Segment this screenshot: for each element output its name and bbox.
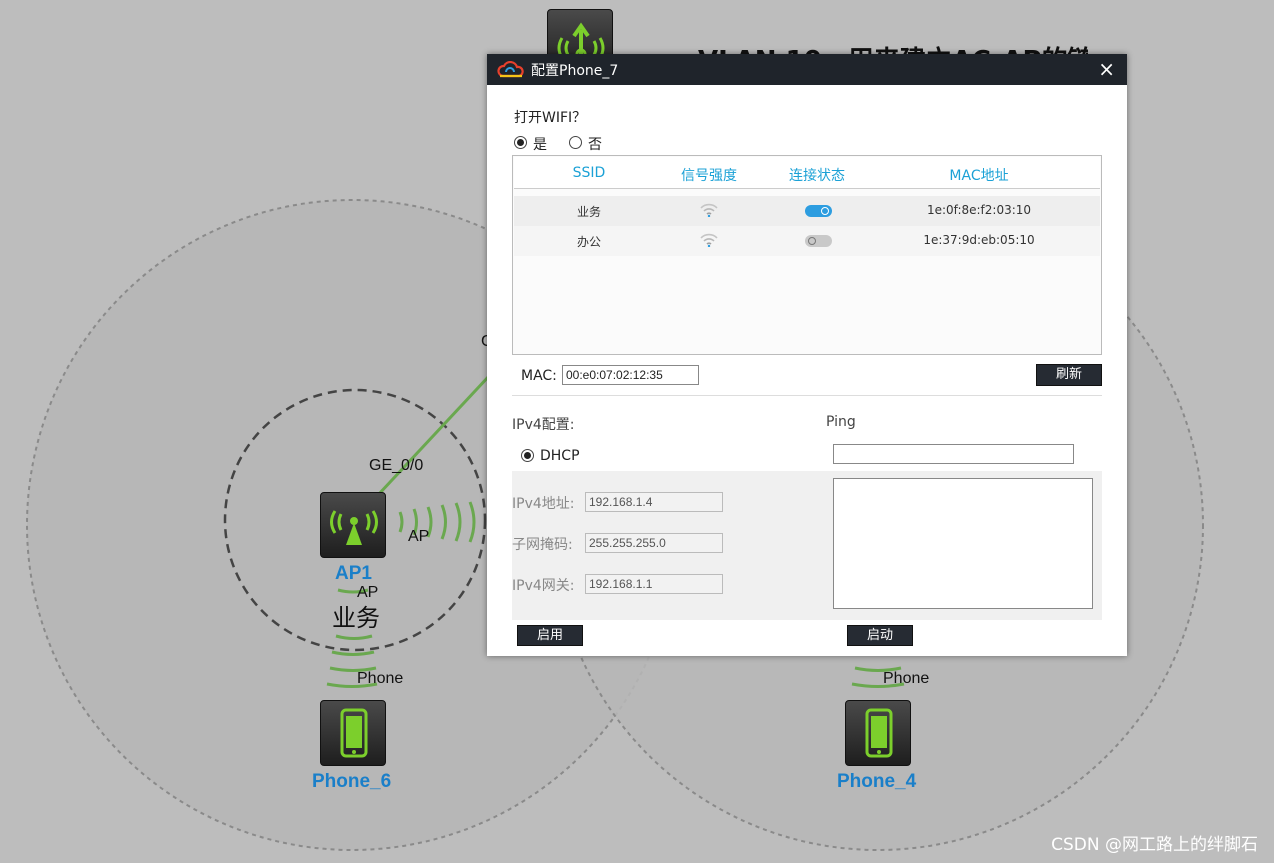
dhcp-radio[interactable] xyxy=(521,449,534,462)
col-mac: MAC地址 xyxy=(949,168,1009,184)
cloud-logo-icon xyxy=(497,60,524,77)
dialog-title: 配置Phone_7 xyxy=(531,62,619,79)
wifi-icon xyxy=(700,203,718,217)
connection-toggle[interactable] xyxy=(805,205,832,217)
gateway-field[interactable] xyxy=(585,574,723,594)
gateway-label: IPv4网关: xyxy=(512,578,575,594)
start-ping-button[interactable]: 启动 xyxy=(847,625,913,646)
subnet-label: 子网掩码: xyxy=(512,537,573,553)
mac-label: MAC: xyxy=(521,368,557,384)
section-divider xyxy=(512,395,1102,396)
table-row[interactable]: 业务 1e:0f:8e:f2:03:10 xyxy=(514,196,1100,226)
subnet-field[interactable] xyxy=(585,533,723,553)
col-ssid: SSID xyxy=(572,165,606,181)
ipv4-section-label: IPv4配置: xyxy=(512,417,575,433)
table-row[interactable]: 办公 1e:37:9d:eb:05:10 xyxy=(514,226,1100,256)
ssid-canvas-label: 业务 xyxy=(332,604,380,632)
wifi-no-radio[interactable] xyxy=(569,136,582,149)
phone-link-label-left: Phone xyxy=(357,670,404,687)
row-ssid: 业务 xyxy=(576,205,601,219)
wifi-yes-label[interactable]: 是 xyxy=(533,134,547,154)
phone4-device-icon[interactable] xyxy=(845,700,911,766)
refresh-button[interactable]: 刷新 xyxy=(1036,364,1102,386)
close-icon[interactable]: × xyxy=(1098,59,1115,79)
wifi-icon xyxy=(700,233,718,247)
ap1-label[interactable]: AP1 xyxy=(335,563,372,585)
ipv4-address-label: IPv4地址: xyxy=(512,496,575,512)
ap1-device-icon[interactable] xyxy=(320,492,386,558)
apply-button[interactable]: 启用 xyxy=(517,625,583,646)
ping-section-label: Ping xyxy=(826,414,856,430)
phone6-label[interactable]: Phone_6 xyxy=(312,771,391,793)
wifi-no-label[interactable]: 否 xyxy=(588,134,602,154)
wifi-yes-radio[interactable] xyxy=(514,136,527,149)
dhcp-label[interactable]: DHCP xyxy=(540,448,580,464)
col-signal: 信号强度 xyxy=(681,168,737,184)
phone4-label[interactable]: Phone_4 xyxy=(837,771,916,793)
ping-output-area[interactable] xyxy=(833,478,1093,609)
config-dialog: 配置Phone_7 × 打开WIFI？ 是 否 SSID 信号强度 连接状态 M… xyxy=(487,54,1127,656)
row-ssid: 办公 xyxy=(576,235,601,249)
row-mac: 1e:37:9d:eb:05:10 xyxy=(923,233,1035,247)
wifi-table[interactable]: SSID 信号强度 连接状态 MAC地址 业务 1e:0f:8e:f2:03:1… xyxy=(512,155,1102,355)
col-status: 连接状态 xyxy=(789,168,845,184)
watermark: CSDN @网工路上的绊脚石 xyxy=(1051,835,1258,855)
phone6-device-icon[interactable] xyxy=(320,700,386,766)
wifi-question: 打开WIFI？ xyxy=(514,110,587,126)
wifi-table-header: SSID 信号强度 连接状态 MAC地址 xyxy=(514,157,1100,189)
mac-field[interactable] xyxy=(562,365,699,385)
ipv4-address-field[interactable] xyxy=(585,492,723,512)
row-mac: 1e:0f:8e:f2:03:10 xyxy=(926,203,1032,217)
ap-link-label-right: AP xyxy=(408,528,430,545)
dialog-titlebar[interactable]: 配置Phone_7 × xyxy=(487,54,1127,85)
phone-link-label-right: Phone xyxy=(883,670,930,687)
ping-target-input[interactable] xyxy=(833,444,1074,464)
port-label-ge00: GE_0/0 xyxy=(369,457,424,474)
toggle-knob xyxy=(808,237,816,245)
toggle-knob xyxy=(821,207,829,215)
connection-toggle[interactable] xyxy=(805,235,832,247)
